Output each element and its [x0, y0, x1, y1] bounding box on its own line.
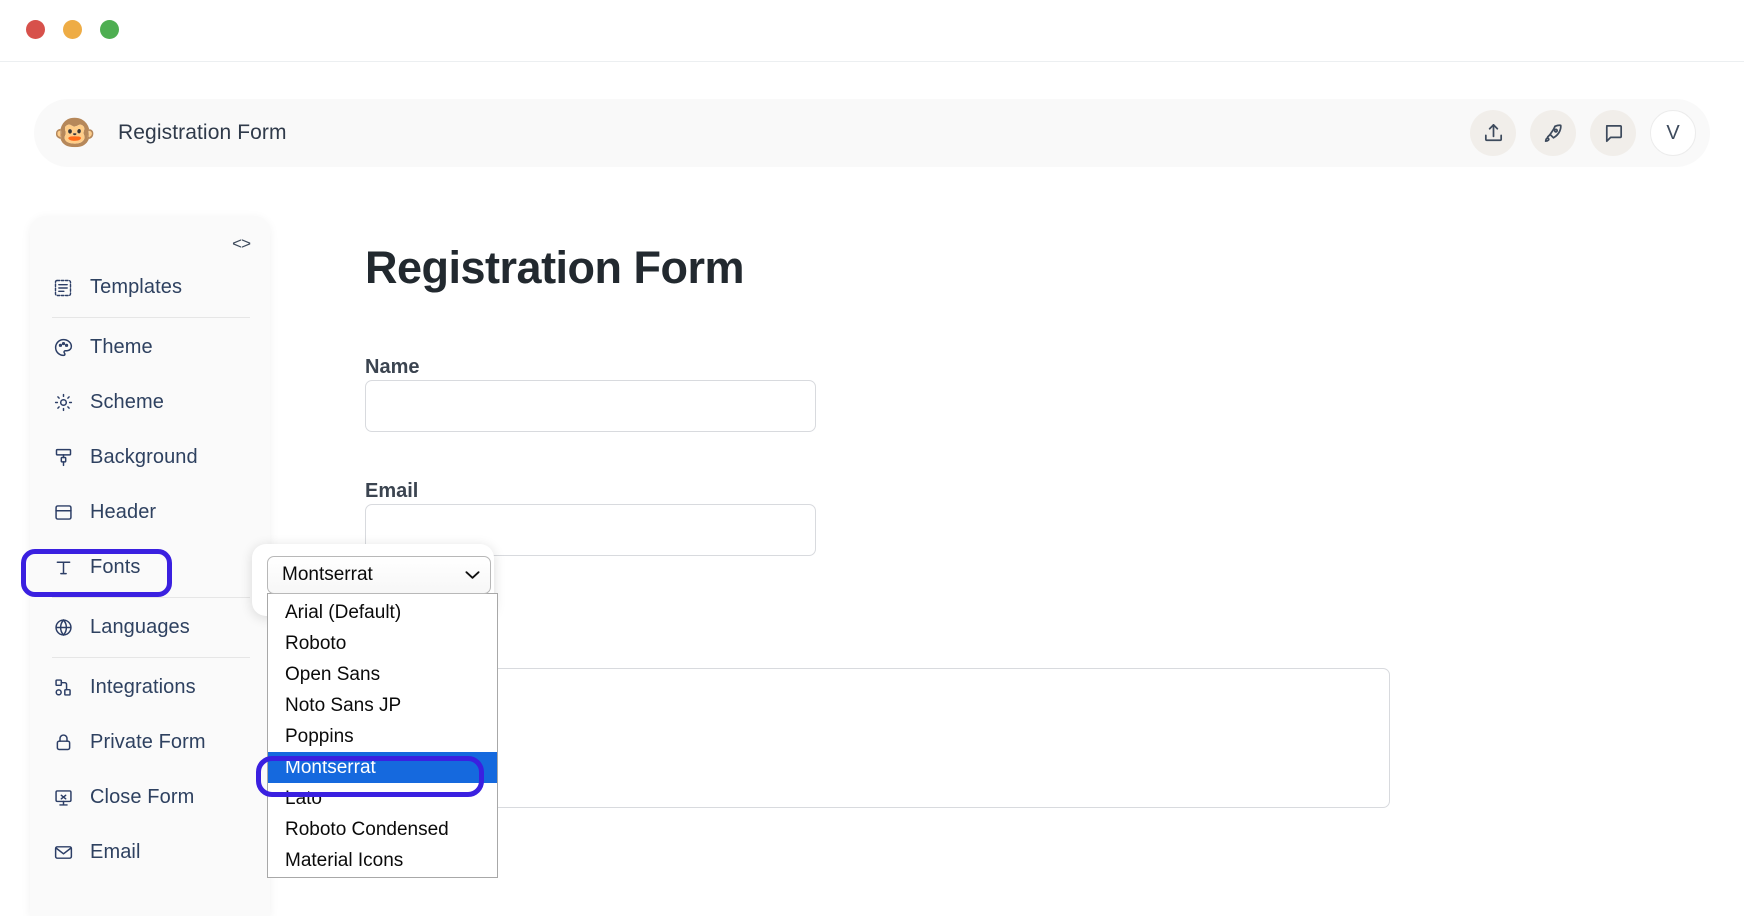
user-avatar[interactable]: V — [1650, 110, 1696, 156]
sidebar-collapse-row: <> — [30, 226, 270, 260]
font-family-select[interactable]: Montserrat — [267, 556, 491, 594]
header-actions: V — [1470, 110, 1696, 156]
sidebar-label-scheme: Scheme — [90, 391, 164, 413]
sidebar-item-email[interactable]: Email — [30, 825, 270, 880]
text-font-icon — [52, 557, 74, 579]
brush-icon — [52, 447, 74, 469]
sidebar-label-integrations: Integrations — [90, 676, 196, 698]
sidebar-label-email: Email — [90, 841, 141, 863]
option-poppins[interactable]: Poppins — [268, 721, 497, 752]
chevron-down-icon — [465, 568, 480, 582]
sun-icon — [52, 392, 74, 414]
templates-icon — [52, 277, 74, 299]
globe-icon — [52, 617, 74, 639]
option-roboto-condensed[interactable]: Roboto Condensed — [268, 814, 497, 845]
field-label-name: Name — [365, 356, 420, 378]
sidebar-label-templates: Templates — [90, 276, 183, 298]
field-input-message[interactable] — [365, 668, 1390, 808]
code-brackets-icon[interactable]: <> — [232, 235, 251, 252]
sidebar-item-close-form[interactable]: Close Form — [30, 770, 270, 825]
font-select-value: Montserrat — [282, 564, 373, 585]
close-form-icon — [52, 787, 74, 809]
palette-icon — [52, 337, 74, 359]
sidebar-item-private-form[interactable]: Private Form — [30, 715, 270, 770]
sidebar-label-private-form: Private Form — [90, 731, 206, 753]
option-montserrat[interactable]: Montserrat — [268, 752, 497, 783]
option-roboto[interactable]: Roboto — [268, 628, 497, 659]
sidebar-item-background[interactable]: Background — [30, 430, 270, 485]
preview-form-title: Registration Form — [365, 242, 745, 293]
publish-button[interactable] — [1530, 110, 1576, 156]
sidebar-divider-1 — [52, 317, 250, 318]
field-input-name[interactable] — [365, 380, 816, 432]
sidebar-item-theme[interactable]: Theme — [30, 320, 270, 375]
sidebar-label-background: Background — [90, 446, 198, 468]
option-material-icons[interactable]: Material Icons — [268, 845, 497, 876]
option-noto-sans-jp[interactable]: Noto Sans JP — [268, 690, 497, 721]
sidebar-label-theme: Theme — [90, 336, 153, 358]
share-upload-button[interactable] — [1470, 110, 1516, 156]
sidebar-item-header[interactable]: Header — [30, 485, 270, 540]
monkey-logo-icon: 🐵 — [53, 114, 97, 152]
upload-icon — [1482, 122, 1505, 145]
sidebar-item-templates[interactable]: Templates — [30, 260, 270, 315]
option-open-sans[interactable]: Open Sans — [268, 659, 497, 690]
sidebar-label-fonts: Fonts — [90, 556, 141, 578]
sidebar-label-close-form: Close Form — [90, 786, 195, 808]
sidebar-item-integrations[interactable]: Integrations — [30, 660, 270, 715]
maximize-window-button[interactable] — [100, 20, 119, 39]
option-lato[interactable]: Lato — [268, 783, 497, 814]
lock-icon — [52, 732, 74, 754]
chat-icon — [1602, 122, 1625, 145]
sidebar-divider-3 — [52, 657, 250, 658]
traffic-light-controls — [26, 20, 119, 39]
sidebar-label-header: Header — [90, 501, 157, 523]
header-layout-icon — [52, 502, 74, 524]
nodes-icon — [52, 677, 74, 699]
settings-sidebar: <> Templates Theme Scheme Background Hea… — [30, 216, 270, 916]
app-header-bar: 🐵 Registration Form V — [34, 99, 1710, 167]
sidebar-label-languages: Languages — [90, 616, 190, 638]
minimize-window-button[interactable] — [63, 20, 82, 39]
window-titlebar — [0, 0, 1744, 62]
option-arial-default[interactable]: Arial (Default) — [268, 597, 497, 628]
avatar-initial: V — [1666, 121, 1680, 144]
envelope-icon — [52, 842, 74, 864]
close-window-button[interactable] — [26, 20, 45, 39]
sidebar-divider-2 — [52, 597, 250, 598]
form-name-title: Registration Form — [118, 121, 287, 144]
sidebar-item-languages[interactable]: Languages — [30, 600, 270, 655]
sidebar-item-fonts[interactable]: Fonts — [30, 540, 270, 595]
field-label-email: Email — [365, 480, 419, 502]
font-option-list[interactable]: Arial (Default) Roboto Open Sans Noto Sa… — [267, 593, 498, 878]
sidebar-item-scheme[interactable]: Scheme — [30, 375, 270, 430]
comments-button[interactable] — [1590, 110, 1636, 156]
rocket-icon — [1542, 122, 1565, 145]
